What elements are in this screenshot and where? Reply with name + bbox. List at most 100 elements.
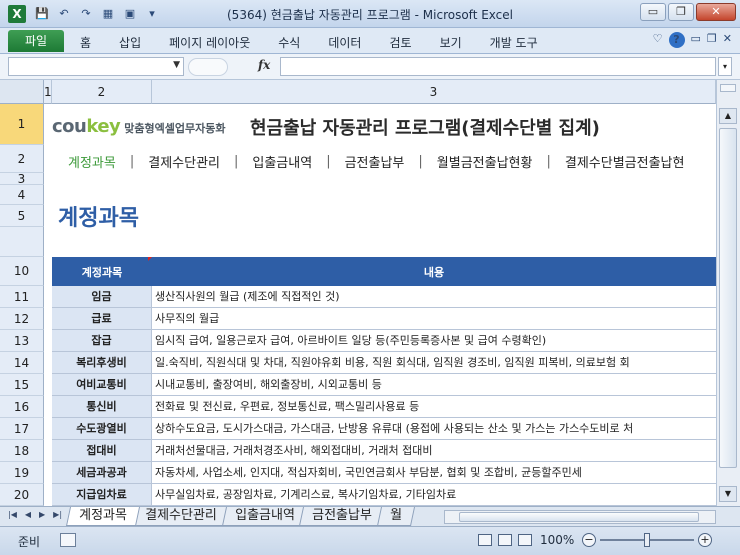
normal-view-icon[interactable] [478,534,492,546]
sheet-tab-payment-methods[interactable]: 결제수단관리 [131,507,230,526]
zoom-level[interactable]: 100% [540,533,574,547]
nav-link-transactions[interactable]: 입출금내역 [252,152,312,171]
tab-review[interactable]: 검토 [389,34,411,51]
column-header-3[interactable]: 3 [152,80,716,104]
select-all-corner[interactable] [0,80,44,104]
formula-input[interactable] [280,57,716,76]
row-header-15[interactable]: 15 [0,374,44,396]
row-header-17[interactable]: 17 [0,418,44,440]
account-cell[interactable]: 수도광열비 [52,418,152,439]
description-cell[interactable]: 시내교통비, 출장여비, 해외출장비, 시외교통비 등 [152,374,716,395]
account-cell[interactable]: 복리후생비 [52,352,152,373]
nav-link-monthly-status[interactable]: 월별금전출납현황 [437,152,533,171]
close-button[interactable]: ✕ [696,3,736,21]
expand-formula-bar-icon[interactable]: ▾ [718,57,732,76]
table-row: 여비교통비 시내교통비, 출장여비, 해외출장비, 시외교통비 등 [52,374,716,396]
row-header-2[interactable]: 2 [0,145,44,173]
tab-insert[interactable]: 삽입 [119,34,141,51]
vertical-scroll-thumb[interactable] [719,128,737,468]
sheet-tab-transactions[interactable]: 입출금내역 [221,507,308,526]
scroll-down-icon[interactable]: ▼ [719,486,737,502]
scroll-up-icon[interactable]: ▲ [719,108,737,124]
row-header-11[interactable]: 11 [0,286,44,308]
prev-sheet-icon[interactable]: ◀ [25,510,31,519]
description-cell[interactable]: 생산직사원의 월급 (제조에 직접적인 것) [152,286,716,307]
account-cell[interactable]: 잡급 [52,330,152,351]
row-header-19[interactable]: 19 [0,462,44,484]
restore-button[interactable]: ❐ [668,3,694,21]
row-header-5[interactable]: 5 [0,205,44,227]
header-description[interactable]: 내용 [152,264,716,280]
column-header-1[interactable]: 1 [44,80,52,104]
description-cell[interactable]: 사무직의 월급 [152,308,716,329]
sheet-tab-accounts[interactable]: 계정과목 [65,507,140,526]
page-layout-view-icon[interactable] [498,534,512,546]
tab-home[interactable]: 홈 [80,34,91,51]
account-cell[interactable]: 통신비 [52,396,152,417]
last-sheet-icon[interactable]: ▶| [53,510,62,519]
tab-data[interactable]: 데이터 [328,34,361,51]
nav-link-payment-methods[interactable]: 결제수단관리 [148,152,220,171]
name-box-dropdown-icon[interactable]: ▼ [173,60,180,70]
formula-divider[interactable] [188,58,228,76]
description-cell[interactable]: 사무실임차료, 공장임차료, 기계리스료, 복사기임차료, 기타임차료 [152,484,716,505]
tab-page-layout[interactable]: 페이지 레이아웃 [169,34,250,51]
sheet-tab-cashbook[interactable]: 금전출납부 [299,507,386,526]
nav-link-accounts[interactable]: 계정과목 [68,152,116,171]
file-tab[interactable]: 파일 [8,30,64,52]
macro-record-icon[interactable] [60,533,76,547]
account-cell[interactable]: 세금과공과 [52,462,152,483]
brand-cou: cou [52,116,87,137]
tab-developer[interactable]: 개발 도구 [490,34,538,51]
workbook-minimize-icon[interactable]: ▭ [691,32,701,48]
row-header-3[interactable]: 3 [0,172,44,186]
first-sheet-icon[interactable]: |◀ [8,510,17,519]
row-header-4[interactable]: 4 [0,185,44,205]
row-header-12[interactable]: 12 [0,308,44,330]
table-row: 잡급 임시직 급여, 일용근로자 급여, 아르바이트 일당 등(주민등록증사본 및… [52,330,716,352]
nav-link-cashbook[interactable]: 금전출납부 [345,152,405,171]
zoom-in-button[interactable]: + [698,533,712,547]
minimize-button[interactable]: ▭ [640,3,666,21]
description-cell[interactable]: 임시직 급여, 일용근로자 급여, 아르바이트 일당 등(주민등록증사본 및 급… [152,330,716,351]
nav-link-payment-method-status[interactable]: 결제수단별금전출납현 [565,152,685,171]
description-cell[interactable]: 일.숙직비, 직원식대 및 차대, 직원야유회 비용, 직원 회식대, 임직원 … [152,352,716,373]
row-header-1[interactable]: 1 [0,104,44,145]
account-cell[interactable]: 임금 [52,286,152,307]
name-box[interactable]: ▼ [8,57,184,76]
account-cell[interactable]: 지급임차료 [52,484,152,505]
row-header-16[interactable]: 16 [0,396,44,418]
split-handle[interactable] [720,84,736,92]
help-icon[interactable]: ? [668,32,685,48]
row-header-18[interactable]: 18 [0,440,44,462]
row-header-10[interactable]: 10 [0,257,44,286]
zoom-out-button[interactable]: − [582,533,596,547]
column-header-2[interactable]: 2 [52,80,152,104]
workbook-restore-icon[interactable]: ❐ [707,32,717,48]
next-sheet-icon[interactable]: ▶ [39,510,45,519]
account-cell[interactable]: 여비교통비 [52,374,152,395]
row-header-spacer[interactable] [0,227,44,257]
description-cell[interactable]: 상하수도요금, 도시가스대금, 가스대금, 난방용 유류대 (용접에 사용되는 … [152,418,716,439]
description-cell[interactable]: 거래처선물대금, 거래처경조사비, 해외접대비, 거래처 접대비 [152,440,716,461]
description-cell[interactable]: 전화료 및 전신료, 우편료, 정보통신료, 팩스밀리사용료 등 [152,396,716,417]
zoom-slider-thumb[interactable] [644,533,650,547]
row-header-14[interactable]: 14 [0,352,44,374]
horizontal-scroll-thumb[interactable] [459,512,699,522]
workbook-close-icon[interactable]: ✕ [723,32,732,48]
header-account[interactable]: 계정과목 [52,264,152,280]
sheet-tab-monthly[interactable]: 월 [377,507,416,526]
horizontal-scrollbar[interactable] [444,510,716,524]
vertical-scrollbar[interactable]: ▲ ▼ [716,80,740,506]
account-cell[interactable]: 급료 [52,308,152,329]
comment-indicator[interactable] [148,257,152,261]
page-break-view-icon[interactable] [518,534,532,546]
collapse-ribbon-icon[interactable]: ♡ [653,32,663,48]
row-header-13[interactable]: 13 [0,330,44,352]
description-cell[interactable]: 자동차세, 사업소세, 인지대, 적십자회비, 국민연금회사 부담분, 협회 및… [152,462,716,483]
insert-function-icon[interactable]: fx [258,58,270,72]
tab-formulas[interactable]: 수식 [278,34,300,51]
account-cell[interactable]: 접대비 [52,440,152,461]
row-header-20[interactable]: 20 [0,484,44,506]
tab-view[interactable]: 보기 [440,34,462,51]
